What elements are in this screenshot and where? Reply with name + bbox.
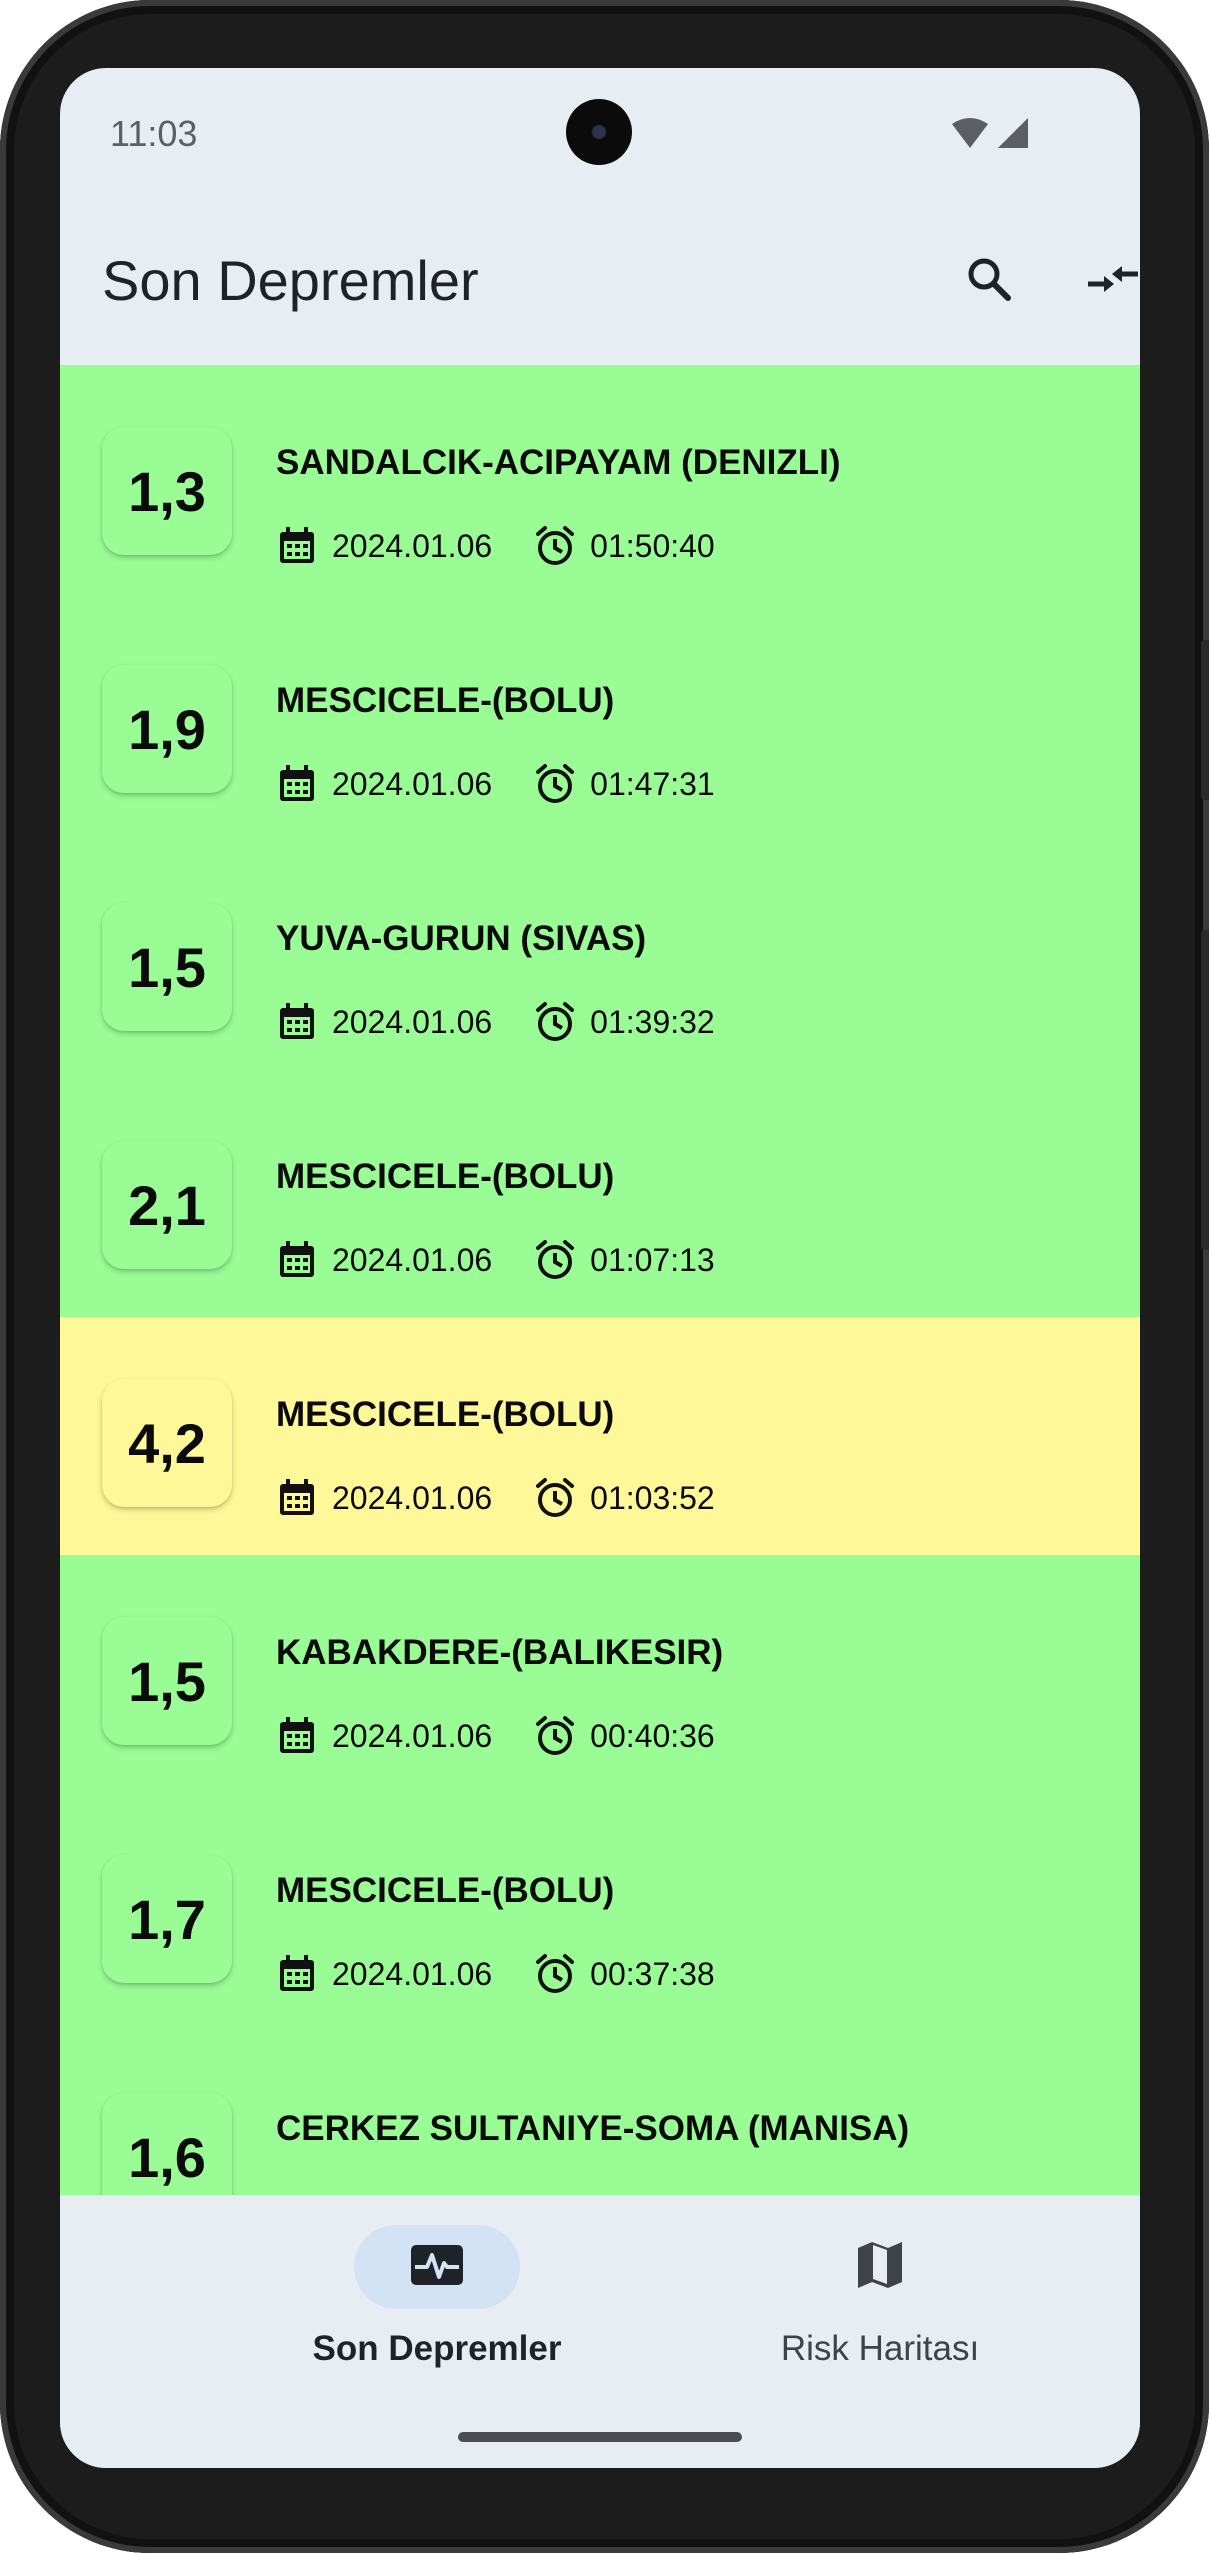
magnitude-badge: 1,3 bbox=[102, 427, 232, 555]
front-camera bbox=[566, 99, 632, 165]
search-icon bbox=[964, 254, 1014, 309]
pulse-icon bbox=[409, 2243, 465, 2292]
quake-time: 01:47:31 bbox=[590, 765, 715, 802]
alarm-clock-icon bbox=[534, 1715, 576, 1757]
map-icon bbox=[856, 2240, 904, 2295]
nav-label-risk-haritasi: Risk Haritası bbox=[780, 2329, 980, 2368]
location-name: YUVA-GURUN (SIVAS) bbox=[276, 919, 647, 958]
calendar-icon bbox=[276, 763, 318, 805]
magnitude-badge: 1,9 bbox=[102, 665, 232, 793]
calendar-icon bbox=[276, 1001, 318, 1043]
location-name: SANDALCIK-ACIPAYAM (DENIZLI) bbox=[276, 443, 841, 482]
home-indicator[interactable] bbox=[458, 2432, 742, 2442]
location-name: MESCICELE-(BOLU) bbox=[276, 1157, 615, 1196]
magnitude-badge: 1,5 bbox=[102, 903, 232, 1031]
location-name: KABAKDERE-(BALIKESIR) bbox=[276, 1633, 724, 1672]
calendar-icon bbox=[276, 1715, 318, 1757]
alarm-clock-icon bbox=[534, 1001, 576, 1043]
location-name: CERKEZ SULTANIYE-SOMA (MANISA) bbox=[276, 2109, 910, 2148]
magnitude-badge: 2,1 bbox=[102, 1141, 232, 1269]
nav-label-son-depremler: Son Depremler bbox=[312, 2329, 562, 2368]
location-name: MESCICELE-(BOLU) bbox=[276, 681, 615, 720]
phone-frame: 11:03 Son Depremler 1,3 SANDALCIK-ACIPAY… bbox=[0, 0, 1209, 2553]
app-bar: Son Depremler bbox=[60, 198, 1140, 365]
location-name: MESCICELE-(BOLU) bbox=[276, 1395, 615, 1434]
quake-time: 01:03:52 bbox=[590, 1479, 715, 1516]
quake-date: 2024.01.06 bbox=[332, 1717, 493, 1754]
alarm-clock-icon bbox=[534, 1953, 576, 1995]
search-button[interactable] bbox=[946, 238, 1032, 324]
quake-date: 2024.01.06 bbox=[332, 1003, 493, 1040]
calendar-icon bbox=[276, 525, 318, 567]
nav-active-indicator bbox=[354, 2225, 520, 2309]
quake-meta: 2024.01.06 01:03:52 bbox=[276, 1477, 715, 1519]
cellular-signal-icon bbox=[996, 116, 1030, 155]
status-time: 11:03 bbox=[110, 113, 198, 154]
volume-button bbox=[1201, 930, 1209, 1250]
quake-time: 00:37:38 bbox=[590, 1955, 715, 1992]
quake-meta: 2024.01.06 01:50:40 bbox=[276, 525, 715, 567]
quake-time: 01:39:32 bbox=[590, 1003, 715, 1040]
magnitude-badge: 4,2 bbox=[102, 1379, 232, 1507]
list-item[interactable]: 1,7 MESCICELE-(BOLU) 2024.01.06 00:37:38 bbox=[60, 1793, 1140, 2031]
magnitude-badge: 1,7 bbox=[102, 1855, 232, 1983]
calendar-icon bbox=[276, 1953, 318, 1995]
quake-meta: 2024.01.06 01:47:31 bbox=[276, 763, 715, 805]
calendar-icon bbox=[276, 1477, 318, 1519]
calendar-icon bbox=[276, 1239, 318, 1281]
alarm-clock-icon bbox=[534, 763, 576, 805]
list-item[interactable]: 1,5 KABAKDERE-(BALIKESIR) 2024.01.06 00:40:… bbox=[60, 1555, 1140, 1793]
list-item[interactable]: 1,6 CERKEZ SULTANIYE-SOMA (MANISA) bbox=[60, 2031, 1140, 2195]
quake-date: 2024.01.06 bbox=[332, 765, 493, 802]
list-item[interactable]: 1,5 YUVA-GURUN (SIVAS) 2024.01.06 01:39:32 bbox=[60, 841, 1140, 1079]
quake-meta: 2024.01.06 01:39:32 bbox=[276, 1001, 715, 1043]
status-icons bbox=[950, 116, 1030, 155]
quake-date: 2024.01.06 bbox=[332, 1241, 493, 1278]
alarm-clock-icon bbox=[534, 1239, 576, 1281]
quake-date: 2024.01.06 bbox=[332, 1955, 493, 1992]
compress-arrows-icon bbox=[1084, 254, 1140, 309]
screen: 11:03 Son Depremler 1,3 SANDALCIK-ACIPAY… bbox=[60, 68, 1140, 2468]
status-bar: 11:03 bbox=[60, 68, 1140, 198]
location-name: MESCICELE-(BOLU) bbox=[276, 1871, 615, 1910]
nav-item-son-depremler[interactable]: Son Depremler bbox=[257, 2225, 617, 2385]
quake-date: 2024.01.06 bbox=[332, 1479, 493, 1516]
magnitude-badge: 1,6 bbox=[102, 2093, 232, 2195]
quake-meta: 2024.01.06 01:07:13 bbox=[276, 1239, 715, 1281]
nav-inactive-indicator bbox=[797, 2225, 963, 2309]
quake-date: 2024.01.06 bbox=[332, 527, 493, 564]
power-button bbox=[1201, 640, 1209, 800]
list-item[interactable]: 1,3 SANDALCIK-ACIPAYAM (DENIZLI) 2024.01.0… bbox=[60, 365, 1140, 603]
quake-time: 00:40:36 bbox=[590, 1717, 715, 1754]
list-item[interactable]: 1,9 MESCICELE-(BOLU) 2024.01.06 01:47:31 bbox=[60, 603, 1140, 841]
compress-button[interactable] bbox=[1070, 238, 1140, 324]
list-item[interactable]: 2,1 MESCICELE-(BOLU) 2024.01.06 01:07:13 bbox=[60, 1079, 1140, 1317]
bottom-navigation: Son Depremler Risk Haritası bbox=[60, 2195, 1140, 2468]
magnitude-badge: 1,5 bbox=[102, 1617, 232, 1745]
list-item[interactable]: 4,2 MESCICELE-(BOLU) 2024.01.06 01:03:52 bbox=[60, 1317, 1140, 1555]
quake-time: 01:50:40 bbox=[590, 527, 715, 564]
quake-meta: 2024.01.06 00:40:36 bbox=[276, 1715, 715, 1757]
alarm-clock-icon bbox=[534, 525, 576, 567]
alarm-clock-icon bbox=[534, 1477, 576, 1519]
nav-item-risk-haritasi[interactable]: Risk Haritası bbox=[700, 2225, 1060, 2385]
quake-time: 01:07:13 bbox=[590, 1241, 715, 1278]
earthquake-list[interactable]: 1,3 SANDALCIK-ACIPAYAM (DENIZLI) 2024.01.0… bbox=[60, 365, 1140, 2195]
page-title: Son Depremler bbox=[102, 249, 479, 312]
quake-meta: 2024.01.06 00:37:38 bbox=[276, 1953, 715, 1995]
wifi-icon bbox=[950, 116, 990, 155]
